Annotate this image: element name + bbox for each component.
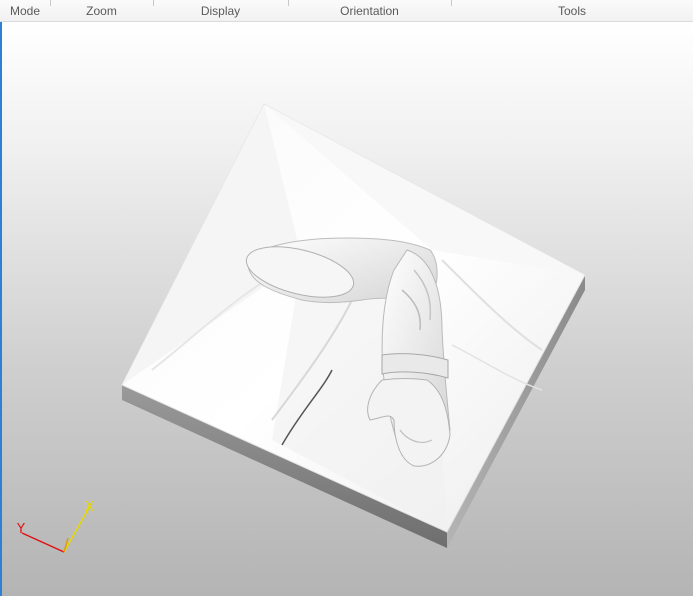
ribbon-group-display[interactable]: Display xyxy=(153,0,288,21)
y-axis-line xyxy=(21,532,65,553)
3d-viewport[interactable]: X Y xyxy=(0,22,693,596)
y-axis-label: Y xyxy=(16,522,25,537)
ribbon-group-tools[interactable]: Tools xyxy=(451,0,693,21)
ribbon-group-zoom[interactable]: Zoom xyxy=(50,0,153,21)
ribbon-group-mode[interactable]: Mode xyxy=(0,0,50,21)
ribbon-group-labels: Mode Zoom Display Orientation Tools xyxy=(0,0,693,22)
ribbon-group-orientation[interactable]: Orientation xyxy=(288,0,451,21)
relief-plate[interactable] xyxy=(121,103,586,548)
axis-triad: X Y xyxy=(16,500,94,553)
x-axis-label: X xyxy=(85,500,94,515)
model-scene[interactable]: X Y xyxy=(2,22,693,596)
